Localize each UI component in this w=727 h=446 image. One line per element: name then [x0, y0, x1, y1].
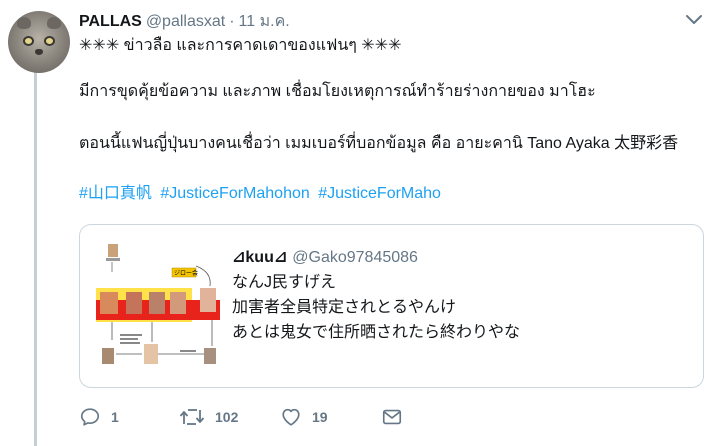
retweet-count: 102 — [215, 409, 239, 425]
separator-dot: · — [229, 13, 235, 30]
retweet-button[interactable]: 102 — [179, 402, 238, 432]
hashtag-link[interactable]: #山口真帆 — [79, 185, 152, 202]
tweet-text-line: ตอนนี้แฟนญี่ปุ่นบางคนเชื่อว่า เมมเบอร์ที… — [79, 135, 679, 152]
quote-handle[interactable]: @Gako97845086 — [292, 249, 418, 267]
envelope-icon — [381, 406, 403, 428]
quote-text-line: あとは鬼女で住所晒されたら終わりやな — [232, 324, 521, 341]
display-name[interactable]: PALLAS — [79, 13, 142, 31]
avatar-nose — [35, 49, 43, 55]
reply-count: 1 — [111, 409, 119, 425]
quote-text-line: なんJ民すげえ — [232, 274, 337, 291]
avatar-ear — [17, 17, 31, 29]
quoted-tweet[interactable]: ジロー会 ⊿kuu⊿ @Gako97845086 なんJ民すげえ 加害者全員特定… — [79, 224, 704, 388]
reply-icon — [79, 406, 101, 428]
hashtag-link[interactable]: #JusticeForMahohon — [160, 185, 309, 202]
like-count: 19 — [312, 409, 328, 425]
reply-button[interactable]: 1 — [79, 402, 119, 432]
direct-message-button[interactable] — [381, 402, 403, 432]
avatar-ear — [47, 17, 61, 29]
heart-icon — [280, 406, 302, 428]
quote-display-name[interactable]: ⊿kuu⊿ — [232, 247, 287, 267]
chevron-down-icon[interactable] — [684, 12, 704, 28]
like-button[interactable]: 19 — [280, 402, 328, 432]
quote-image[interactable]: ジロー会 — [92, 242, 220, 370]
timestamp[interactable]: 11 ม.ค. — [239, 9, 290, 34]
tweet-text-line: มีการขุดคุ้ยข้อความ และภาพ เชื่อมโยงเหตุ… — [79, 83, 596, 100]
hashtag-row: #山口真帆 #JusticeForMahohon #JusticeForMaho — [79, 184, 719, 204]
avatar-eye — [23, 36, 34, 46]
image-label: ジロー会 — [174, 269, 198, 277]
quote-header: ⊿kuu⊿ @Gako97845086 — [232, 247, 418, 267]
hashtag-link[interactable]: #JusticeForMaho — [318, 185, 441, 202]
avatar-eye — [44, 36, 55, 46]
avatar[interactable] — [8, 11, 70, 73]
retweet-icon — [179, 406, 205, 428]
user-handle[interactable]: @pallasxat — [146, 13, 225, 31]
tweet-header: PALLAS @pallasxat · 11 ม.ค. — [79, 9, 290, 31]
tweet-text-line: ✳✳✳ ข่าวลือ และการคาดเดาของแฟนๆ ✳✳✳ — [79, 37, 402, 54]
thread-line — [34, 64, 37, 446]
quote-text-line: 加害者全員特定されとるやんけ — [232, 299, 457, 316]
